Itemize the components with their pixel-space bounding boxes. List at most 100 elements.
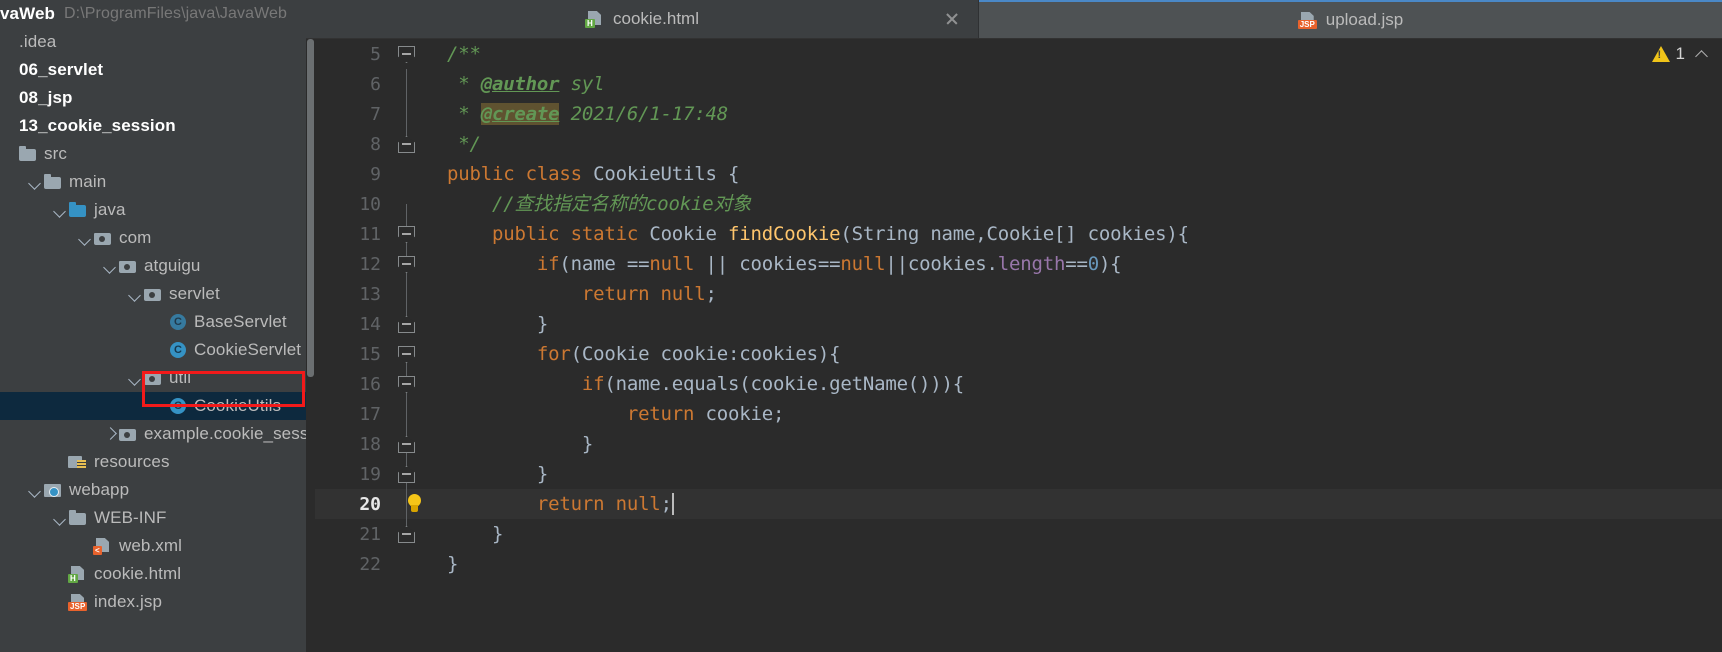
tree-item-06-servlet[interactable]: 06_servlet [0, 56, 306, 84]
code-line[interactable]: 11 public static Cookie findCookie(Strin… [315, 219, 1722, 249]
fold-gutter[interactable] [393, 129, 447, 159]
code-line-text[interactable]: if(name.equals(cookie.getName())){ [447, 369, 1722, 399]
fold-gutter[interactable] [393, 489, 447, 519]
code-line-text[interactable]: if(name ==null || cookies==null||cookies… [447, 249, 1722, 279]
fold-gutter[interactable] [393, 549, 447, 579]
code-line-text[interactable]: } [447, 459, 1722, 489]
close-icon[interactable] [944, 11, 960, 27]
fold-gutter[interactable] [393, 69, 447, 99]
tree-item-main[interactable]: main [0, 168, 306, 196]
tree-item-index-jsp[interactable]: JSP index.jsp [0, 588, 306, 616]
fold-gutter[interactable] [393, 159, 447, 189]
code-line[interactable]: 13 return null; [315, 279, 1722, 309]
chevron-down-icon[interactable] [27, 482, 43, 498]
code-line[interactable]: 6 * @author syl [315, 69, 1722, 99]
fold-gutter[interactable] [393, 99, 447, 129]
tree-item-util[interactable]: util [0, 364, 306, 392]
code-line-text[interactable]: * @author syl [447, 69, 1722, 99]
fold-end-icon[interactable] [398, 136, 415, 153]
tree-item-resources[interactable]: resources [0, 448, 306, 476]
code-line[interactable]: 12 if(name ==null || cookies==null||cook… [315, 249, 1722, 279]
fold-gutter[interactable] [393, 339, 447, 369]
code-line[interactable]: 8 */ [315, 129, 1722, 159]
fold-start-icon[interactable] [398, 46, 415, 63]
chevron-down-icon[interactable] [52, 510, 68, 526]
tree-item-java[interactable]: java [0, 196, 306, 224]
fold-start-icon[interactable] [398, 226, 415, 243]
tree-item-webapp[interactable]: webapp [0, 476, 306, 504]
fold-gutter[interactable] [393, 459, 447, 489]
code-line[interactable]: 9 public class CookieUtils { [315, 159, 1722, 189]
code-line-text[interactable]: } [447, 429, 1722, 459]
tree-item-08-jsp[interactable]: 08_jsp [0, 84, 306, 112]
tree-item-cookie-html[interactable]: Hcookie.html [0, 560, 306, 588]
fold-start-icon[interactable] [398, 346, 415, 363]
code-line[interactable]: 16 if(name.equals(cookie.getName())){ [315, 369, 1722, 399]
tree-item-cookieutils[interactable]: CookieUtils [0, 392, 306, 420]
tree-item-com[interactable]: com [0, 224, 306, 252]
tree-item-servlet[interactable]: servlet [0, 280, 306, 308]
code-line-text[interactable]: return cookie; [447, 399, 1722, 429]
fold-gutter[interactable] [393, 279, 447, 309]
chevron-down-icon[interactable] [27, 174, 43, 190]
tree-item-cookieservlet[interactable]: CookieServlet [0, 336, 306, 364]
code-line[interactable]: 5 /** [315, 39, 1722, 69]
fold-end-icon[interactable] [398, 526, 415, 543]
project-tree[interactable]: .idea 06_servlet 08_jsp 13_cookie_session sr… [0, 28, 306, 616]
chevron-down-icon[interactable] [77, 230, 93, 246]
code-line-text[interactable]: public class CookieUtils { [447, 159, 1722, 189]
tree-item-example-cookie-session[interactable]: example.cookie_session [0, 420, 306, 448]
editor-tab-upload-jsp[interactable]: JSP upload.jsp [979, 0, 1722, 38]
chevron-down-icon[interactable] [127, 370, 143, 386]
code-line[interactable]: 18 } [315, 429, 1722, 459]
code-line[interactable]: 10 //查找指定名称的cookie对象 [315, 189, 1722, 219]
tree-item-atguigu[interactable]: atguigu [0, 252, 306, 280]
code-line[interactable]: 20 return null; [315, 489, 1722, 519]
code-line-text[interactable]: */ [447, 129, 1722, 159]
fold-end-icon[interactable] [398, 466, 415, 483]
fold-gutter[interactable] [393, 249, 447, 279]
code-line[interactable]: 17 return cookie; [315, 399, 1722, 429]
chevron-right-icon[interactable] [102, 426, 118, 442]
code-line-text[interactable]: * @create 2021/6/1-17:48 [447, 99, 1722, 129]
fold-gutter[interactable] [393, 219, 447, 249]
code-line-text[interactable]: //查找指定名称的cookie对象 [447, 189, 1722, 219]
code-line-text[interactable]: return null; [447, 489, 1722, 519]
fold-gutter[interactable] [393, 39, 447, 69]
editor-vertical-scrollbar[interactable] [306, 39, 315, 652]
code-line-text[interactable]: /** [447, 39, 1722, 69]
code-line-text[interactable]: } [447, 549, 1722, 579]
code-line-text[interactable]: return null; [447, 279, 1722, 309]
code-editor[interactable]: 5/** 6 * @author syl 7 * @create 2021/6/1-… [306, 39, 1722, 652]
code-line[interactable]: 7 * @create 2021/6/1-17:48 [315, 99, 1722, 129]
fold-start-icon[interactable] [398, 376, 415, 393]
code-line-text[interactable]: for(Cookie cookie:cookies){ [447, 339, 1722, 369]
code-line[interactable]: 21 } [315, 519, 1722, 549]
scrollbar-thumb[interactable] [307, 39, 314, 377]
tree-item-src[interactable]: src [0, 140, 306, 168]
code-line-text[interactable]: } [447, 309, 1722, 339]
inspection-status-widget[interactable]: 1 [1651, 44, 1708, 64]
tree-item-web-inf[interactable]: WEB-INF [0, 504, 306, 532]
code-line[interactable]: 14 } [315, 309, 1722, 339]
editor-tab-bar[interactable]: Hcookie.html JSP upload.jsp [306, 0, 1722, 39]
tree-item-13-cookie-session[interactable]: 13_cookie_session [0, 112, 306, 140]
code-line-text[interactable]: } [447, 519, 1722, 549]
tree-item--idea[interactable]: .idea [0, 28, 306, 56]
fold-gutter[interactable] [393, 399, 447, 429]
tree-item-baseservlet[interactable]: BaseServlet [0, 308, 306, 336]
fold-end-icon[interactable] [398, 316, 415, 333]
code-line[interactable]: 19 } [315, 459, 1722, 489]
intention-bulb-icon[interactable] [407, 494, 422, 514]
fold-start-icon[interactable] [398, 256, 415, 273]
chevron-down-icon[interactable] [52, 202, 68, 218]
code-line-text[interactable]: public static Cookie findCookie(String n… [447, 219, 1722, 249]
fold-gutter[interactable] [393, 189, 447, 219]
fold-gutter[interactable] [393, 519, 447, 549]
chevron-up-icon[interactable] [1697, 49, 1708, 60]
code-line[interactable]: 22} [315, 549, 1722, 579]
fold-gutter[interactable] [393, 429, 447, 459]
fold-gutter[interactable] [393, 309, 447, 339]
code-line[interactable]: 15 for(Cookie cookie:cookies){ [315, 339, 1722, 369]
project-tool-window[interactable]: vaWeb D:\ProgramFiles\java\JavaWeb .idea… [0, 0, 306, 652]
